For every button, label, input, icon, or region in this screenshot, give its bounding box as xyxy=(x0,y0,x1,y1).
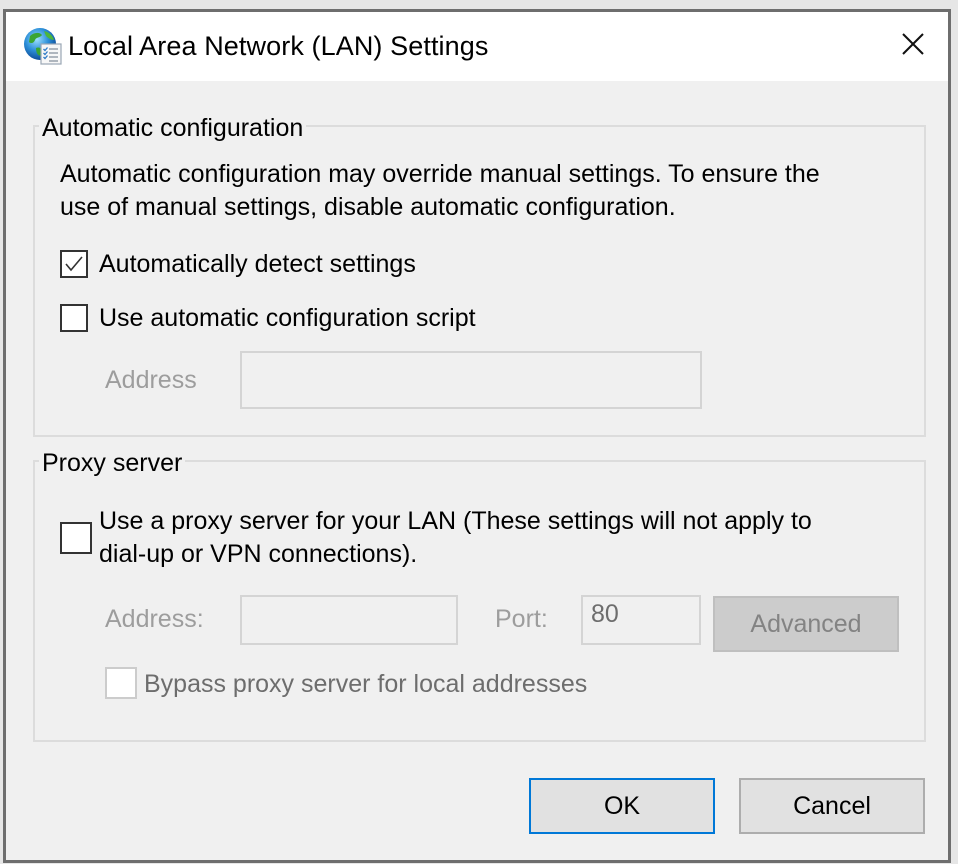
proxy-port-label: Port: xyxy=(495,605,548,633)
use-config-script-label[interactable]: Use automatic configuration script xyxy=(99,302,476,335)
auto-detect-settings-checkbox[interactable] xyxy=(60,250,88,278)
cancel-button[interactable]: Cancel xyxy=(739,778,925,834)
window-title: Local Area Network (LAN) Settings xyxy=(68,31,489,61)
bypass-local-label[interactable]: Bypass proxy server for local addresses xyxy=(144,668,587,701)
automatic-configuration-description-line2: use of manual settings, disable automati… xyxy=(60,193,676,221)
advanced-button[interactable]: Advanced xyxy=(713,596,899,652)
automatic-configuration-description-line1: Automatic configuration may override man… xyxy=(60,160,820,188)
proxy-address-input[interactable] xyxy=(240,595,458,645)
globe-checklist-icon xyxy=(22,26,64,68)
title-bar: Local Area Network (LAN) Settings xyxy=(6,12,948,81)
script-address-label: Address xyxy=(105,366,197,394)
auto-detect-settings-label[interactable]: Automatically detect settings xyxy=(99,248,416,281)
proxy-address-label: Address: xyxy=(105,605,204,633)
use-proxy-label-line1[interactable]: Use a proxy server for your LAN (These s… xyxy=(99,505,812,538)
close-icon xyxy=(902,33,924,60)
use-proxy-label-line2[interactable]: dial-up or VPN connections). xyxy=(99,538,417,571)
close-button[interactable] xyxy=(878,12,948,81)
lan-settings-dialog: Local Area Network (LAN) Settings Automa… xyxy=(3,9,951,863)
use-config-script-checkbox[interactable] xyxy=(60,304,88,332)
use-proxy-checkbox[interactable] xyxy=(60,522,92,554)
proxy-server-legend: Proxy server xyxy=(39,448,186,478)
script-address-input[interactable] xyxy=(240,351,702,409)
ok-button[interactable]: OK xyxy=(529,778,715,834)
automatic-configuration-legend: Automatic configuration xyxy=(39,113,307,143)
proxy-port-input[interactable]: 80 xyxy=(581,595,701,645)
bypass-local-checkbox[interactable] xyxy=(105,667,137,699)
